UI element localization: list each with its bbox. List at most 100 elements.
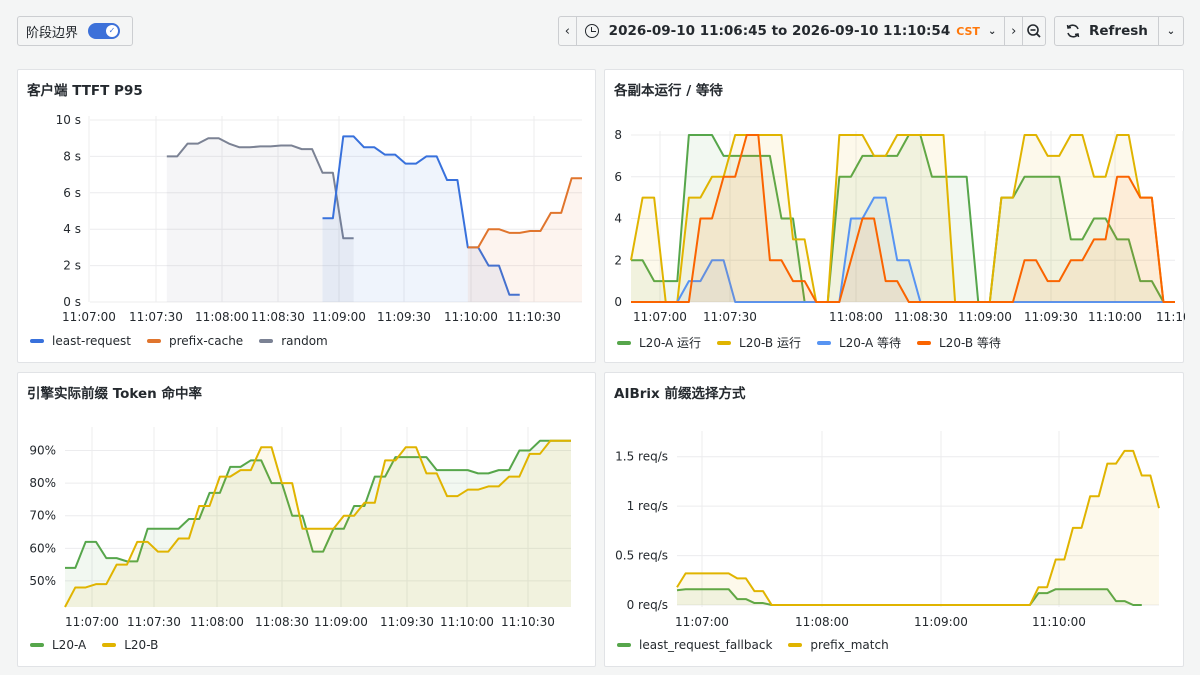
hit-rate-chart: 50% 60% 70% 80% 90% 11:07:00 11:07:30 11:08:00 1… (29, 427, 571, 629)
legend-item[interactable]: L20-A (30, 638, 86, 652)
x-tick-label: 11:08:00 (795, 615, 849, 629)
check-icon: ✓ (106, 25, 119, 37)
legend-label: L20-A 等待 (838, 336, 901, 350)
legend-item[interactable]: L20-B 运行 (717, 334, 801, 351)
legend-label: L20-B (124, 638, 159, 652)
toggle-switch[interactable]: ✓ (88, 23, 121, 39)
refresh-button[interactable]: Refresh (1055, 17, 1159, 45)
zoom-out-icon[interactable] (1022, 17, 1045, 45)
legend-swatch (30, 339, 44, 343)
y-tick-label: 0 s (63, 295, 81, 309)
x-tick-label: 11:10:30 (1156, 310, 1185, 324)
legend: L20-A L20-B (30, 638, 174, 652)
x-tick-label: 11:08:30 (894, 310, 948, 324)
y-tick-label: 80% (29, 476, 56, 490)
x-tick-label: 11:09:30 (380, 615, 434, 629)
x-tick-label: 11:07:00 (62, 310, 116, 324)
legend-item[interactable]: L20-A 等待 (816, 334, 901, 351)
x-tick-label: 11:07:00 (675, 615, 729, 629)
time-range-picker[interactable]: 2026-09-10 11:06:45 to 2026-09-10 11:10:… (577, 23, 1005, 39)
refresh-icon (1066, 24, 1080, 38)
y-tick-label: 8 s (63, 149, 81, 163)
panel-prefix-token-hit-rate[interactable]: 引擎实际前缀 Token 命中率 50% 60% 70% 80% 90% 11:07:00… (17, 372, 596, 667)
legend-swatch (30, 643, 44, 647)
refresh-group: Refresh ⌄ (1054, 16, 1184, 46)
series-area (65, 440, 571, 607)
x-tick-label: 11:10:00 (440, 615, 494, 629)
y-tick-label: 90% (29, 444, 56, 458)
replica-chart: 0 2 4 6 8 11:07:00 11:07:30 11:08:00 11:08:30 11:… (614, 128, 1185, 324)
x-tick-label: 11:07:00 (65, 615, 119, 629)
legend-swatch (717, 340, 732, 345)
x-tick-label: 11:07:30 (703, 310, 757, 324)
legend-label: L20-B 等待 (939, 336, 1001, 350)
panel-aibrix-prefix-selection[interactable]: AIBrix 前缀选择方式 0 req/s 0.5 req/s 1 req/s 1.5… (604, 372, 1184, 667)
chevron-right-icon[interactable]: › (1004, 17, 1022, 45)
y-tick-label: 4 s (63, 222, 81, 236)
y-tick-label: 0 (614, 295, 622, 309)
legend-item[interactable]: prefix-cache (146, 334, 243, 348)
y-tick-label: 0.5 req/s (615, 549, 668, 563)
legend-swatch (102, 643, 117, 647)
legend-item[interactable]: least-request (30, 334, 131, 348)
legend-label: L20-A (52, 638, 87, 652)
legend-item[interactable]: least_request_fallback (617, 638, 772, 652)
legend-swatch (146, 339, 161, 343)
x-tick-label: 11:09:00 (314, 615, 368, 629)
y-tick-label: 50% (29, 574, 56, 588)
y-tick-label: 1 req/s (627, 499, 668, 513)
legend-label: least_request_fallback (639, 638, 773, 652)
y-tick-label: 2 (614, 253, 622, 267)
timezone-badge: CST (956, 24, 980, 38)
y-tick-label: 60% (29, 541, 56, 555)
legend-swatch (816, 340, 831, 345)
legend-item[interactable]: prefix_match (788, 638, 889, 652)
x-tick-label: 11:08:30 (255, 615, 309, 629)
toggle-label: 阶段边界 (26, 25, 79, 41)
legend-swatch (617, 643, 631, 647)
chevron-left-icon[interactable]: ‹ (559, 17, 577, 45)
y-tick-label: 2 s (63, 259, 81, 273)
legend-swatch (917, 340, 931, 345)
legend-item[interactable]: L20-B 等待 (917, 334, 1001, 351)
panel-replica-running-waiting[interactable]: 各副本运行 / 等待 0 2 4 6 8 11:07:00 11:07:30 11:08:00… (604, 69, 1185, 363)
legend-item[interactable]: L20-B (102, 638, 158, 652)
x-tick-label: 11:08:00 (195, 310, 249, 324)
x-tick-label: 11:09:30 (1024, 310, 1078, 324)
ttft-chart: 0 s 2 s 4 s 6 s 8 s 10 s 11:07:00 11:07:30 11:08… (56, 113, 582, 324)
chevron-down-icon[interactable]: ⌄ (1159, 26, 1183, 37)
panel-ttft-p95[interactable]: 客户端 TTFT P95 0 s2 s4 s6 s8 s 10 s 11:07:00… (17, 69, 596, 363)
legend-label: L20-A 运行 (639, 336, 702, 350)
x-tick-label: 11:10:00 (444, 310, 498, 324)
phase-boundary-toggle[interactable]: 阶段边界 ✓ (17, 16, 133, 46)
time-range-text: 2026-09-10 11:06:45 to 2026-09-10 11:10:… (608, 23, 951, 39)
y-tick-label: 4 (614, 212, 622, 226)
legend-swatch (788, 643, 803, 647)
y-tick-label: 8 (614, 128, 622, 142)
selection-chart: 0 req/s 0.5 req/s 1 req/s 1.5 req/s 11:07:00… (615, 431, 1160, 629)
x-tick-label: 11:09:00 (914, 615, 968, 629)
clock-icon (584, 24, 599, 38)
x-tick-label: 11:09:00 (958, 310, 1012, 324)
legend-label: prefix_match (810, 638, 889, 652)
time-range-group: ‹ 2026-09-10 11:06:45 to 2026-09-10 11:1… (558, 16, 1046, 46)
legend: least_request_fallback prefix_match (617, 638, 905, 652)
legend-label: L20-B 运行 (739, 336, 801, 350)
legend: least-request prefix-cache random (30, 334, 344, 348)
x-tick-label: 11:08:30 (251, 310, 305, 324)
x-tick-label: 11:07:30 (127, 615, 181, 629)
x-tick-label: 11:10:00 (1088, 310, 1142, 324)
y-tick-label: 10 s (56, 113, 81, 127)
x-tick-label: 11:07:00 (633, 310, 687, 324)
legend-item[interactable]: random (259, 334, 328, 348)
legend-item[interactable]: L20-A 运行 (617, 334, 701, 351)
y-tick-label: 6 (614, 170, 622, 184)
x-tick-label: 11:09:30 (377, 310, 431, 324)
x-tick-label: 11:08:00 (829, 310, 883, 324)
legend: L20-A 运行 L20-B 运行 L20-A 等待 L20-B 等待 (617, 334, 1017, 351)
y-tick-label: 70% (29, 509, 56, 523)
y-tick-label: 1.5 req/s (615, 450, 668, 464)
x-tick-label: 11:09:00 (312, 310, 366, 324)
x-tick-label: 11:10:30 (507, 310, 561, 324)
x-tick-label: 11:07:30 (129, 310, 183, 324)
